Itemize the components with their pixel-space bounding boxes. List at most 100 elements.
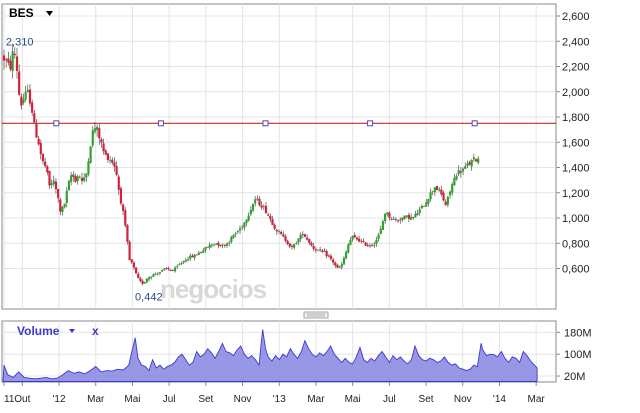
candle-up — [297, 238, 300, 243]
x-tick-label: '12 — [53, 394, 66, 405]
candle-down — [366, 245, 369, 246]
volume-tick-label: 100M — [564, 349, 592, 361]
candle-down — [223, 245, 226, 246]
candle-up — [160, 270, 164, 272]
volume-tick-label: 180M — [564, 327, 592, 339]
candle-down — [275, 229, 278, 232]
candle-down — [2, 55, 6, 61]
reference-line-handle[interactable] — [367, 120, 374, 127]
price-tick-label: 1,000 — [562, 213, 590, 225]
candle-down — [28, 89, 32, 104]
candle-down — [119, 188, 123, 204]
candle-up — [212, 244, 216, 246]
candle-down — [191, 255, 194, 258]
candle-up — [208, 244, 211, 248]
candle-down — [282, 234, 285, 237]
candle-up — [381, 221, 385, 230]
candle-down — [134, 267, 138, 274]
candle-down — [407, 214, 411, 219]
candle-up — [108, 160, 112, 161]
candle-up — [461, 168, 465, 172]
candle-up — [173, 267, 177, 272]
candle-down — [394, 219, 398, 221]
candle-down — [124, 210, 127, 226]
candle-up — [176, 265, 179, 267]
candle-up — [236, 231, 239, 233]
candle-down — [362, 240, 365, 242]
price-annotation-label: 2,310 — [6, 37, 34, 49]
candle-down — [412, 216, 415, 218]
candle-up — [431, 191, 434, 192]
candle-down — [167, 268, 170, 270]
reference-line-handle[interactable] — [157, 120, 164, 127]
candle-down — [332, 259, 335, 263]
ticker-symbol[interactable]: BES — [9, 6, 34, 20]
candle-up — [193, 254, 196, 259]
candle-up — [78, 176, 81, 178]
candle-down — [100, 139, 103, 143]
candle-down — [5, 59, 8, 61]
candle-up — [347, 244, 350, 253]
candle-down — [132, 262, 136, 268]
x-axis: 11 Out '12 Mar Mai Jul Set Nov '13 Mar Mai Jul Set No… — [3, 382, 545, 405]
candle-down — [306, 237, 309, 240]
x-tick-label: '13 — [273, 394, 286, 405]
candle-up — [299, 234, 302, 240]
candle-up — [316, 249, 320, 251]
reference-line-handle[interactable] — [53, 120, 60, 127]
price-annotation-label: 0,442 — [135, 291, 163, 303]
candle-down — [115, 166, 118, 175]
x-tick-label: Nov — [234, 394, 252, 405]
candle-up — [156, 273, 159, 275]
chart-canvas: negocios 0,600 0,800 1,000 1,200 1,400 1,600 1… — [1, 3, 592, 405]
x-tick-label: Mar — [87, 394, 105, 405]
candle-down — [371, 245, 374, 246]
x-tick-label: Nov — [454, 394, 472, 405]
reference-line-handle[interactable] — [471, 120, 478, 127]
candle-down — [137, 273, 140, 279]
candle-down — [355, 237, 359, 240]
candle-up — [147, 277, 151, 280]
candle-up — [197, 252, 200, 255]
candle-up — [221, 244, 224, 246]
x-tick-label: Out — [14, 394, 30, 405]
candle-down — [74, 176, 77, 182]
volume-close-button[interactable]: x — [92, 324, 99, 338]
candle-down — [37, 138, 40, 145]
candle-up — [63, 203, 66, 208]
volume-title[interactable]: Volume — [17, 324, 60, 338]
candle-down — [72, 174, 75, 177]
candle-up — [234, 233, 237, 235]
candle-up — [26, 90, 29, 92]
price-tick-label: 0,800 — [562, 238, 590, 250]
price-tick-label: 2,200 — [562, 62, 590, 74]
candle-up — [202, 250, 205, 253]
candle-down — [271, 219, 274, 226]
candle-up — [247, 215, 250, 221]
panel-resize-handle[interactable] — [303, 311, 329, 319]
candle-up — [180, 263, 183, 264]
candle-up — [210, 244, 213, 246]
candle-up — [178, 264, 181, 266]
candle-down — [334, 262, 337, 266]
candle-up — [293, 244, 296, 248]
candle-up — [340, 264, 343, 268]
candle-up — [375, 239, 378, 245]
candle-down — [280, 232, 283, 234]
candle-down — [321, 250, 324, 252]
candle-up — [351, 235, 354, 240]
candle-up — [349, 240, 352, 246]
price-y-axis: 0,600 0,800 1,000 1,200 1,400 1,600 1,800 2,000… — [556, 11, 590, 276]
candle-up — [338, 266, 341, 268]
candle-up — [152, 274, 155, 277]
candle-up — [383, 213, 387, 222]
candle-up — [228, 242, 231, 244]
candle-up — [427, 199, 430, 204]
candle-up — [61, 206, 64, 213]
price-tick-label: 1,600 — [562, 137, 590, 149]
x-tick-label: Mai — [345, 394, 361, 405]
candle-up — [199, 252, 203, 254]
candle-up — [342, 257, 346, 265]
watermark-logo: negocios — [160, 274, 267, 304]
reference-line-handle[interactable] — [262, 120, 269, 127]
